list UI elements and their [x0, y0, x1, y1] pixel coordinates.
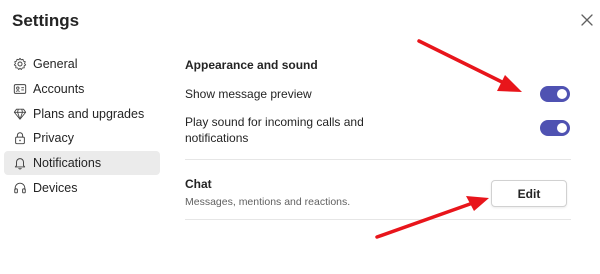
settings-title: Settings: [12, 11, 80, 30]
show-preview-label: Show message preview: [185, 87, 312, 101]
headset-icon: [13, 181, 27, 195]
section-divider: [185, 159, 571, 160]
section-divider: [185, 219, 571, 220]
play-sound-toggle[interactable]: [540, 120, 570, 136]
bell-icon: [13, 156, 27, 170]
id-card-icon: [13, 82, 27, 96]
sidebar-item-label: Notifications: [33, 156, 102, 171]
play-sound-label-line1: Play sound for incoming calls and: [185, 115, 364, 129]
toggle-knob: [557, 89, 567, 99]
chat-heading: Chat: [185, 177, 212, 191]
sidebar-item-label: Devices: [33, 180, 78, 195]
settings-sidebar: General Accounts Plans and upgrades Priv…: [4, 52, 160, 201]
sidebar-item-notifications[interactable]: Notifications: [4, 151, 160, 176]
sidebar-item-plans-and-upgrades[interactable]: Plans and upgrades: [4, 102, 160, 126]
sidebar-item-label: Accounts: [33, 81, 85, 96]
lock-icon: [13, 131, 27, 145]
edit-button[interactable]: Edit: [491, 180, 567, 207]
sidebar-item-accounts[interactable]: Accounts: [4, 77, 160, 101]
sidebar-item-label: Privacy: [33, 131, 74, 146]
appearance-heading: Appearance and sound: [185, 58, 318, 72]
chat-description: Messages, mentions and reactions.: [185, 196, 351, 208]
sidebar-item-label: General: [33, 57, 78, 71]
sidebar-item-devices[interactable]: Devices: [4, 176, 160, 200]
sidebar-item-general[interactable]: General: [4, 52, 160, 76]
sidebar-item-privacy[interactable]: Privacy: [4, 126, 160, 150]
diamond-icon: [13, 107, 27, 121]
close-icon[interactable]: [577, 10, 597, 30]
sidebar-item-label: Plans and upgrades: [33, 106, 145, 121]
toggle-knob: [557, 123, 567, 133]
play-sound-label-line2: notifications: [185, 131, 249, 145]
settings-content: Appearance and sound Show message previe…: [185, 0, 573, 274]
gear-icon: [13, 57, 27, 71]
show-preview-toggle[interactable]: [540, 86, 570, 102]
